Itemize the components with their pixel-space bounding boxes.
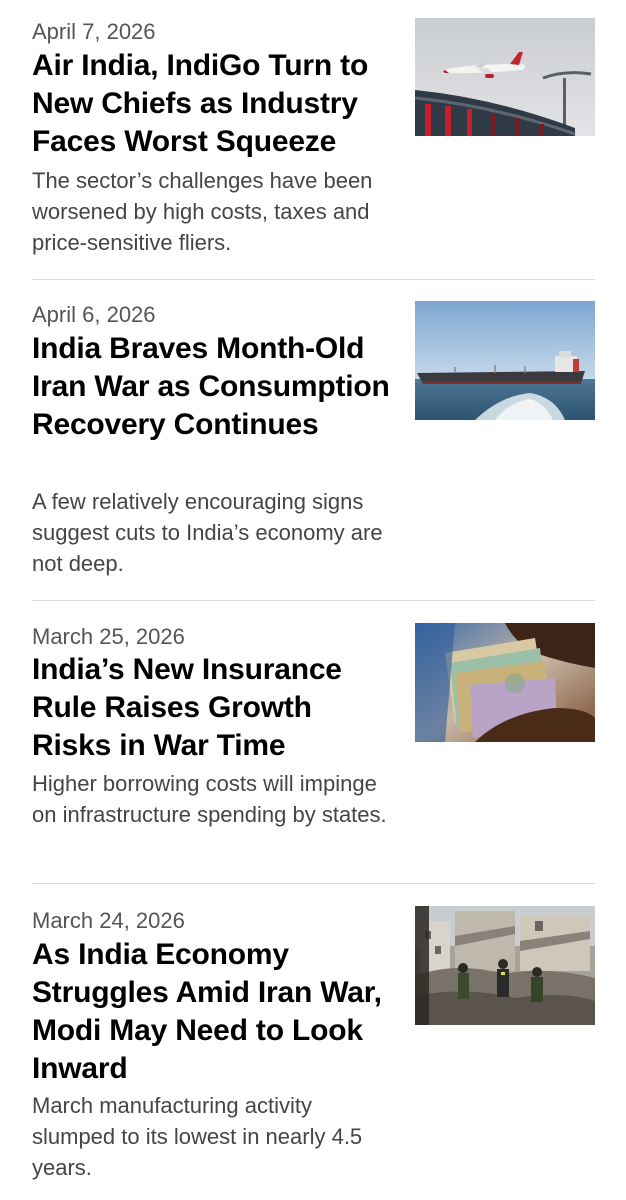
- article-date: March 24, 2026: [32, 908, 185, 933]
- article-card[interactable]: April 6, 2026 India Braves Month-Old Ira…: [0, 281, 626, 601]
- currency-notes-photo: [415, 623, 595, 742]
- divider: [32, 883, 595, 884]
- article-thumbnail-rubble[interactable]: [415, 906, 595, 1025]
- article-thumbnail-airplane[interactable]: [415, 18, 595, 136]
- article-date: April 7, 2026: [32, 19, 156, 44]
- rubble-rescue-photo: [415, 906, 595, 1025]
- article-headline[interactable]: India Braves Month-Old Iran War as Consu…: [32, 330, 412, 444]
- article-headline[interactable]: Air India, IndiGo Turn to New Chiefs as …: [32, 47, 388, 161]
- article-card[interactable]: March 24, 2026 As India Economy Struggle…: [0, 885, 626, 1200]
- article-card[interactable]: March 25, 2026 India’s New Insurance Rul…: [0, 602, 626, 884]
- divider: [32, 279, 595, 280]
- article-thumbnail-currency[interactable]: [415, 623, 595, 742]
- article-headline[interactable]: India’s New Insurance Rule Raises Growth…: [32, 651, 388, 765]
- divider: [32, 600, 595, 601]
- oil-tanker-photo: [415, 301, 595, 420]
- article-summary: The sector’s challenges have been worsen…: [32, 168, 373, 255]
- article-summary: March manufacturing activity slumped to …: [32, 1093, 363, 1180]
- article-date: April 6, 2026: [32, 302, 156, 327]
- article-thumbnail-tanker[interactable]: [415, 301, 595, 420]
- article-date: March 25, 2026: [32, 624, 185, 649]
- article-headline[interactable]: As India Economy Struggles Amid Iran War…: [32, 936, 402, 1088]
- article-card[interactable]: April 7, 2026 Air India, IndiGo Turn to …: [0, 0, 626, 280]
- airplane-photo: [415, 18, 595, 136]
- article-summary: Higher borrowing costs will impinge on i…: [32, 771, 387, 827]
- article-summary: A few relatively encouraging signs sugge…: [32, 489, 383, 576]
- news-feed: April 7, 2026 Air India, IndiGo Turn to …: [0, 0, 626, 1200]
